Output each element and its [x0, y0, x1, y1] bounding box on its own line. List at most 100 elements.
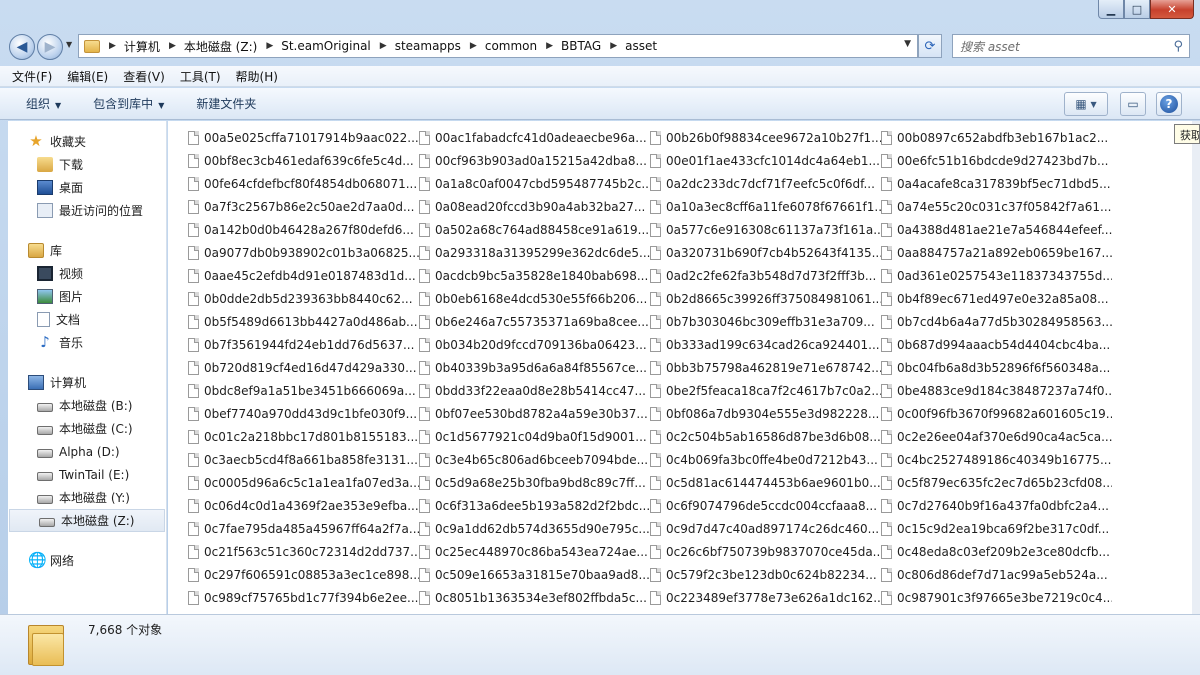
file-item[interactable]: 0c00f96fb3670f99682a601605c19... [881, 402, 1112, 425]
file-item[interactable]: 0b034b20d9fccd709136ba06423... [419, 333, 650, 356]
nav-item-pictures[interactable]: 图片 [8, 285, 166, 308]
file-item[interactable]: 0c989cf75765bd1c77f394b6e2ee... [188, 586, 419, 609]
file-item[interactable]: 0c297f606591c08853a3ec1ce898... [188, 563, 419, 586]
file-item[interactable]: 00fe64cfdefbcf80f4854db068071... [188, 172, 419, 195]
file-item[interactable]: 0bdd33f22eaa0d8e28b5414cc47... [419, 379, 650, 402]
file-item[interactable]: 0bf07ee530bd8782a4a59e30b37... [419, 402, 650, 425]
file-item[interactable]: 0c1d5677921c04d9ba0f15d9001... [419, 425, 650, 448]
address-bar[interactable]: ▶ 计算机 ▶ 本地磁盘 (Z:) ▶ St.eamOriginal ▶ ste… [78, 34, 918, 58]
file-item[interactable]: 0a08ead20fccd3b90a4ab32ba27... [419, 195, 650, 218]
nav-item-drive-c[interactable]: 本地磁盘 (C:) [8, 417, 166, 440]
nav-item-recent-places[interactable]: 最近访问的位置 [8, 199, 166, 222]
file-item[interactable]: 00b26b0f98834cee9672a10b27f1... [650, 126, 881, 149]
nav-item-desktop[interactable]: 桌面 [8, 176, 166, 199]
file-item[interactable]: 0b40339b3a95d6a6a84f85567ce... [419, 356, 650, 379]
minimize-button[interactable]: ▁ [1098, 0, 1124, 19]
file-item[interactable]: 0c987901c3f97665e3be7219c0c4... [881, 586, 1112, 609]
file-item[interactable]: 0be2f5feaca18ca7f2c4617b7c0a2... [650, 379, 881, 402]
nav-network[interactable]: 🌐 网络 [8, 549, 166, 572]
file-item[interactable]: 0c2e26ee04af370e6d90ca4ac5ca... [881, 425, 1112, 448]
file-item[interactable]: 0a577c6e916308c61137a73f161a... [650, 218, 881, 241]
file-item[interactable]: 0c223489ef3778e73e626a1dc162... [650, 586, 881, 609]
preview-pane-button[interactable]: ▭ [1120, 92, 1146, 116]
menu-view[interactable]: 查看(V) [123, 68, 165, 85]
file-item[interactable]: 0a2dc233dc7dcf71f7eefc5c0f6df... [650, 172, 881, 195]
nav-item-drive-d[interactable]: Alpha (D:) [8, 440, 166, 463]
file-item[interactable]: 00bf8ec3cb461edaf639c6fe5c4d... [188, 149, 419, 172]
file-item[interactable]: 0b4f89ec671ed497e0e32a85a08... [881, 287, 1112, 310]
file-item[interactable]: 0c26c6bf750739b9837070ce45da... [650, 540, 881, 563]
help-button[interactable]: ? [1156, 92, 1182, 116]
breadcrumb-computer[interactable]: 计算机 [124, 38, 160, 55]
file-item[interactable]: 0b333ad199c634cad26ca924401... [650, 333, 881, 356]
chevron-right-icon[interactable]: ▶ [109, 41, 116, 51]
nav-libraries[interactable]: 库 [8, 239, 166, 262]
file-item[interactable]: 0c8051b1363534e3ef802ffbda5c... [419, 586, 650, 609]
forward-button[interactable]: ▶ [37, 34, 63, 60]
chevron-right-icon[interactable]: ▶ [546, 41, 553, 51]
nav-item-drive-y[interactable]: 本地磁盘 (Y:) [8, 486, 166, 509]
file-item[interactable]: 0a293318a31395299e362dc6de5... [419, 241, 650, 264]
file-item[interactable]: 0c7fae795da485a45967ff64a2f7a... [188, 517, 419, 540]
file-item[interactable]: 00a5e025cffa71017914b9aac022... [188, 126, 419, 149]
menu-file[interactable]: 文件(F) [12, 68, 52, 85]
breadcrumb-steamapps[interactable]: steamapps [395, 39, 461, 53]
chevron-right-icon[interactable]: ▶ [610, 41, 617, 51]
nav-item-drive-b[interactable]: 本地磁盘 (B:) [8, 394, 166, 417]
file-item[interactable]: 0c9a1dd62db574d3655d90e795c... [419, 517, 650, 540]
file-item[interactable]: 0a74e55c20c031c37f05842f7a61... [881, 195, 1112, 218]
file-item[interactable]: 0b720d819cf4ed16d47d429a330... [188, 356, 419, 379]
change-view-button[interactable]: ▦ ▼ [1064, 92, 1108, 116]
file-item[interactable]: 0c4b069fa3bc0ffe4be0d7212b43... [650, 448, 881, 471]
file-item[interactable]: 00e6fc51b16bdcde9d27423bd7b... [881, 149, 1112, 172]
file-item[interactable]: 0c5d81ac614474453b6ae9601b0... [650, 471, 881, 494]
file-item[interactable]: 0a9077db0b938902c01b3a06825... [188, 241, 419, 264]
chevron-right-icon[interactable]: ▶ [169, 41, 176, 51]
file-item[interactable]: 0c806d86def7d71ac99a5eb524a... [881, 563, 1112, 586]
file-item[interactable]: 0ad361e0257543e11837343755d... [881, 264, 1112, 287]
nav-item-documents[interactable]: 文档 [8, 308, 166, 331]
file-item[interactable]: 0c579f2c3be123db0c624b82234... [650, 563, 881, 586]
breadcrumb-bbtag[interactable]: BBTAG [561, 39, 601, 53]
search-icon[interactable]: ⚲ [1173, 39, 1183, 54]
file-item[interactable]: 0c5d9a68e25b30fba9bd8c89c7ff... [419, 471, 650, 494]
recent-pages-dropdown[interactable]: ▼ [66, 40, 72, 49]
file-item[interactable]: 0bdc8ef9a1a51be3451b666069a... [188, 379, 419, 402]
file-item[interactable]: 0acdcb9bc5a35828e1840bab698... [419, 264, 650, 287]
file-item[interactable]: 0c25ec448970c86ba543ea724ae... [419, 540, 650, 563]
file-item[interactable]: 0a4388d481ae21e7a546844efeef... [881, 218, 1112, 241]
file-item[interactable]: 00ac1fabadcfc41d0adeaecbe96a... [419, 126, 650, 149]
file-item[interactable]: 0b6e246a7c55735371a69ba8cee... [419, 310, 650, 333]
search-input[interactable]: 搜索 asset [960, 38, 1173, 55]
file-item[interactable]: 0bc04fb6a8d3b52896f6f560348a... [881, 356, 1112, 379]
nav-item-drive-z[interactable]: 本地磁盘 (Z:) [9, 509, 165, 532]
nav-favorites[interactable]: ★ 收藏夹 [8, 130, 166, 153]
file-item[interactable]: 0a4acafe8ca317839bf5ec71dbd5... [881, 172, 1112, 195]
file-item[interactable]: 0c4bc2527489186c40349b16775... [881, 448, 1112, 471]
maximize-button[interactable]: □ [1124, 0, 1150, 19]
file-item[interactable]: 0b7b303046bc309effb31e3a709... [650, 310, 881, 333]
file-item[interactable]: 0c2c504b5ab16586d87be3d6b08... [650, 425, 881, 448]
menu-edit[interactable]: 编辑(E) [67, 68, 108, 85]
search-box[interactable]: 搜索 asset ⚲ [952, 34, 1190, 58]
new-folder-button[interactable]: 新建文件夹 [196, 95, 256, 112]
nav-computer[interactable]: 计算机 [8, 371, 166, 394]
back-button[interactable]: ◀ [9, 34, 35, 60]
nav-item-videos[interactable]: 视频 [8, 262, 166, 285]
organize-button[interactable]: 组织 ▼ [26, 95, 61, 112]
file-item[interactable]: 0a320731b690f7cb4b52643f4135... [650, 241, 881, 264]
file-item[interactable]: 0c3aecb5cd4f8a661ba858fe3131... [188, 448, 419, 471]
file-item[interactable]: 0c06d4c0d1a4369f2ae353e9efba... [188, 494, 419, 517]
file-item[interactable]: 0c48eda8c03ef209b2e3ce80dcfb... [881, 540, 1112, 563]
file-item[interactable]: 0a10a3ec8cff6a11fe6078f67661f1... [650, 195, 881, 218]
file-item[interactable]: 0c509e16653a31815e70baa9ad8... [419, 563, 650, 586]
refresh-button[interactable]: ⟳ [918, 34, 942, 58]
file-item[interactable]: 0c9d7d47c40ad897174c26dc460... [650, 517, 881, 540]
include-in-library-button[interactable]: 包含到库中 ▼ [93, 95, 164, 112]
file-item[interactable]: 0a1a8c0af0047cbd595487745b2c... [419, 172, 650, 195]
file-item[interactable]: 0c7d27640b9f16a437fa0dbfc2a4... [881, 494, 1112, 517]
file-item[interactable]: 0a7f3c2567b86e2c50ae2d7aa0d... [188, 195, 419, 218]
file-item[interactable]: 0b2d8665c39926ff375084981061... [650, 287, 881, 310]
close-button[interactable]: ✕ [1150, 0, 1194, 19]
vertical-scrollbar[interactable] [1192, 121, 1200, 614]
